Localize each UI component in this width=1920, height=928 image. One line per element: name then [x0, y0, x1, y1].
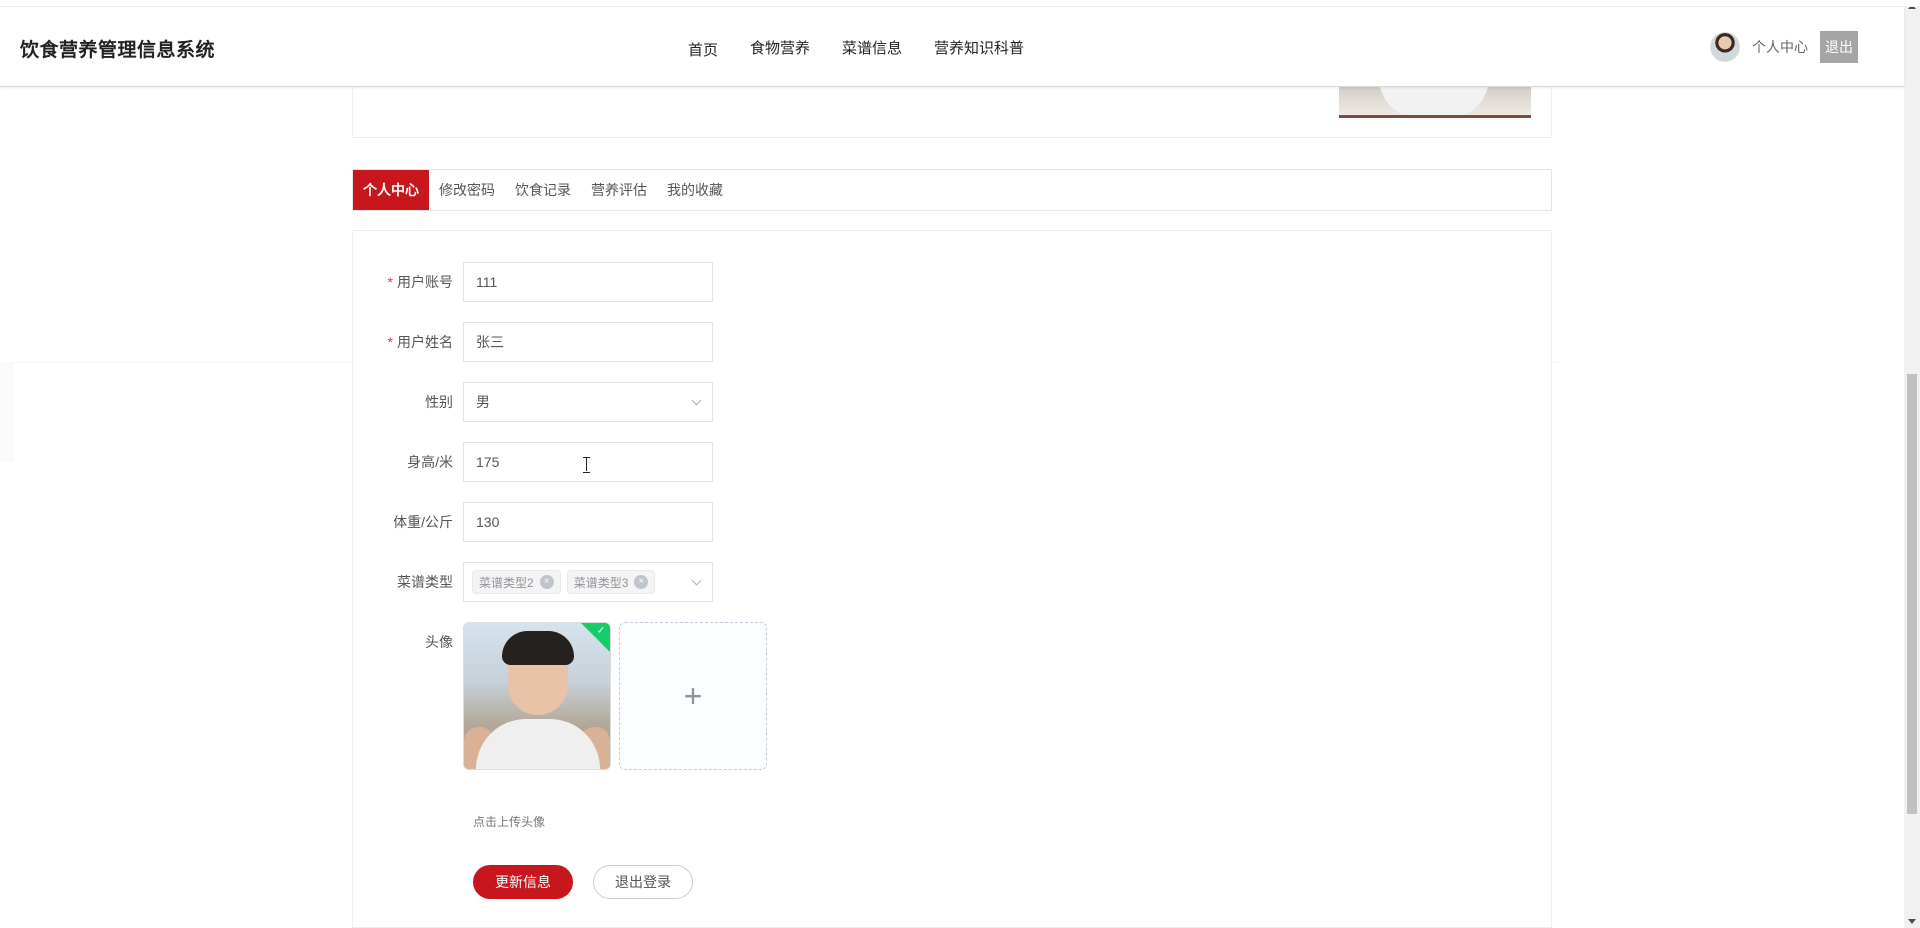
avatar-body — [476, 719, 600, 769]
left-edge-shade — [0, 362, 14, 462]
tab-diet-records[interactable]: 饮食记录 — [505, 170, 581, 210]
tab-user-center[interactable]: 个人中心 — [353, 170, 429, 210]
required-mark: * — [387, 274, 393, 290]
profile-tabs: 个人中心 修改密码 饮食记录 营养评估 我的收藏 — [352, 169, 1552, 211]
avatar-label: 头像 — [425, 634, 453, 650]
account-row: * 用户账号 111 — [353, 262, 713, 302]
gender-label: 性别 — [425, 394, 453, 410]
avatar-row: 头像 ✓ + — [353, 622, 767, 770]
browser-top-edge — [0, 0, 1920, 7]
top-header: 饮食营养管理信息系统 首页 食物营养 菜谱信息 营养知识科普 个人中心 退出 — [0, 7, 1904, 87]
required-mark: * — [387, 334, 393, 350]
user-center-link[interactable]: 个人中心 — [1752, 37, 1808, 57]
recipe-tag: 菜谱类型2 × — [472, 570, 561, 594]
update-info-button[interactable]: 更新信息 — [473, 865, 573, 899]
gender-select[interactable]: 男 — [463, 382, 713, 422]
logout-button[interactable]: 退出登录 — [593, 865, 693, 899]
nav-home[interactable]: 首页 — [688, 39, 718, 60]
logout-top-button[interactable]: 退出 — [1820, 31, 1858, 63]
tab-my-favorites[interactable]: 我的收藏 — [657, 170, 733, 210]
chevron-down-icon — [691, 575, 702, 586]
nav-nutrition-knowledge[interactable]: 营养知识科普 — [934, 37, 1024, 60]
scroll-down-icon[interactable] — [1908, 919, 1916, 924]
recipe-type-row: 菜谱类型 菜谱类型2 × 菜谱类型3 × — [353, 562, 713, 602]
close-circle-icon[interactable]: × — [634, 575, 649, 589]
profile-form: * 用户账号 111 * 用户姓名 张三 性别 男 身高/米 175 体重/公斤 1… — [352, 230, 1552, 928]
user-area: 个人中心 退出 — [1710, 31, 1858, 63]
close-circle-icon[interactable]: × — [539, 575, 554, 589]
text-cursor-icon — [583, 457, 591, 473]
nav-food-nutrition[interactable]: 食物营养 — [750, 37, 810, 60]
account-input[interactable]: 111 — [463, 262, 713, 302]
recipe-tag: 菜谱类型3 × — [566, 570, 656, 594]
weight-label: 体重/公斤 — [393, 514, 453, 530]
account-label: * 用户账号 — [387, 274, 453, 290]
avatar-upload-button[interactable]: + — [619, 622, 767, 770]
avatar-hair — [502, 631, 574, 665]
main-nav: 首页 食物营养 菜谱信息 营养知识科普 — [688, 37, 1024, 60]
page-scrollbar[interactable] — [1904, 0, 1920, 928]
weight-row: 体重/公斤 130 — [353, 502, 713, 542]
upload-hint: 点击上传头像 — [473, 815, 546, 829]
nav-recipes[interactable]: 菜谱信息 — [842, 37, 902, 60]
check-icon: ✓ — [596, 625, 606, 637]
name-input[interactable]: 张三 — [463, 322, 713, 362]
recipe-type-label: 菜谱类型 — [397, 574, 453, 590]
site-title: 饮食营养管理信息系统 — [20, 40, 216, 61]
uploaded-badge: ✓ — [579, 623, 610, 654]
chevron-down-icon — [691, 395, 702, 406]
height-label: 身高/米 — [407, 454, 453, 470]
uploaded-avatar[interactable]: ✓ — [463, 622, 611, 770]
gender-row: 性别 男 — [353, 382, 713, 422]
scroll-thumb[interactable] — [1907, 374, 1917, 814]
recipe-type-select[interactable]: 菜谱类型2 × 菜谱类型3 × — [463, 562, 713, 602]
name-label: * 用户姓名 — [387, 334, 453, 350]
plus-icon: + — [683, 678, 703, 714]
tab-change-password[interactable]: 修改密码 — [429, 170, 505, 210]
tab-nutrition-assessment[interactable]: 营养评估 — [581, 170, 657, 210]
gender-value: 男 — [476, 394, 490, 410]
height-row: 身高/米 175 — [353, 442, 713, 482]
header-avatar[interactable] — [1710, 32, 1740, 62]
name-row: * 用户姓名 张三 — [353, 322, 713, 362]
weight-input[interactable]: 130 — [463, 502, 713, 542]
